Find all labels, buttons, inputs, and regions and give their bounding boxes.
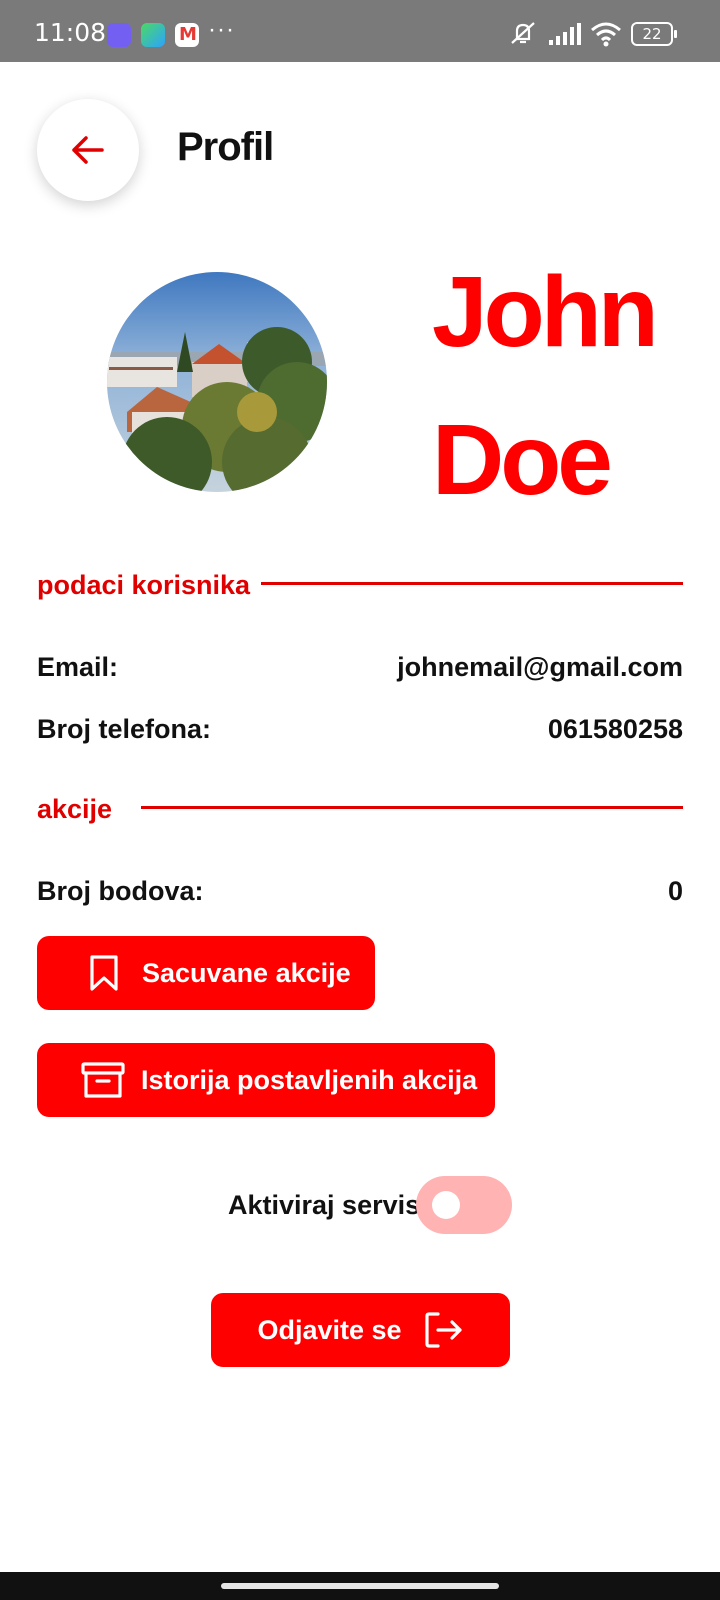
arrow-left-icon bbox=[72, 136, 104, 164]
section-divider bbox=[141, 806, 683, 809]
archive-icon bbox=[81, 1061, 125, 1099]
gmail-notification-icon bbox=[175, 23, 199, 47]
service-toggle[interactable] bbox=[416, 1176, 512, 1234]
history-actions-button[interactable]: Istorija postavljenih akcija bbox=[37, 1043, 495, 1117]
points-label: Broj bodova: bbox=[37, 876, 204, 906]
avatar bbox=[107, 272, 327, 492]
history-actions-label: Istorija postavljenih akcija bbox=[141, 1064, 478, 1095]
logout-label: Odjavite se bbox=[257, 1314, 402, 1345]
back-button[interactable] bbox=[37, 99, 139, 201]
app-notification-icon bbox=[141, 23, 165, 47]
profile-last-name: Doe bbox=[432, 404, 613, 516]
saved-actions-label: Sacuvane akcije bbox=[142, 957, 351, 988]
wifi-icon bbox=[591, 22, 621, 47]
bookmark-icon bbox=[87, 954, 121, 992]
home-gesture-handle[interactable] bbox=[221, 1583, 499, 1589]
profile-first-name: John bbox=[432, 256, 659, 368]
section-actions-title: akcije bbox=[37, 794, 113, 824]
saved-actions-button[interactable]: Sacuvane akcije bbox=[37, 936, 375, 1010]
viber-notification-icon bbox=[107, 23, 131, 47]
phone-value: 061580258 bbox=[547, 714, 683, 744]
status-bar: 11:08 ··· 22 bbox=[0, 0, 720, 62]
logout-button[interactable]: Odjavite se bbox=[211, 1293, 510, 1367]
phone-label: Broj telefona: bbox=[37, 714, 212, 744]
section-user-data-title: podaci korisnika bbox=[37, 570, 251, 600]
more-notifications-icon: ··· bbox=[208, 16, 235, 43]
battery-level: 22 bbox=[642, 25, 662, 43]
email-value: johnemail@gmail.com bbox=[397, 652, 683, 682]
logout-icon bbox=[424, 1311, 464, 1349]
points-value: 0 bbox=[667, 876, 683, 906]
signal-icon bbox=[549, 23, 581, 45]
email-label: Email: bbox=[37, 652, 119, 682]
mute-icon bbox=[511, 22, 535, 44]
battery-icon: 22 bbox=[631, 22, 677, 46]
status-time: 11:08 bbox=[34, 18, 107, 47]
section-divider bbox=[261, 582, 683, 585]
page-title: Profil bbox=[177, 125, 274, 169]
service-toggle-label: Aktiviraj servis bbox=[228, 1190, 421, 1220]
toggle-knob bbox=[432, 1191, 460, 1219]
